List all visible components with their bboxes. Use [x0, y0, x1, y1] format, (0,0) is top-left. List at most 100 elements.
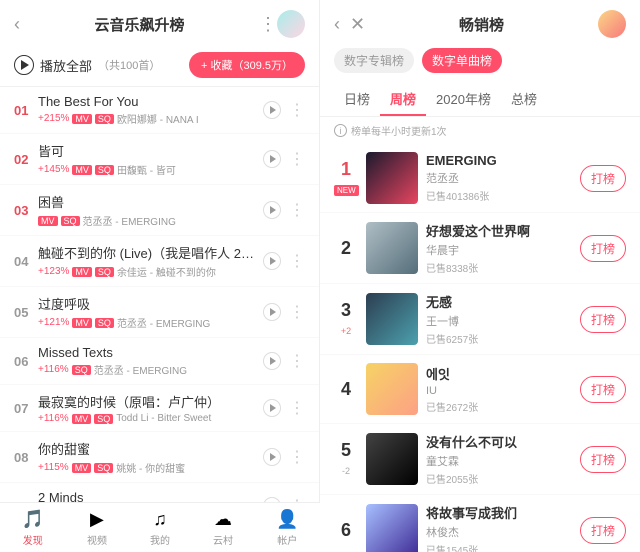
left-header: ‹ 云音乐飙升榜 ⋮ — [0, 0, 319, 44]
period-tab-2020年榜[interactable]: 2020年榜 — [426, 83, 501, 116]
more-icon[interactable]: ⋮ — [259, 14, 277, 35]
song-item: 04 触碰不到的你 (Live)（我是唱作人 2… +123%MVSQ余佳运 -… — [0, 236, 319, 287]
song-actions: ⋮ — [263, 447, 305, 467]
nav-item-云村[interactable]: ☁ 云村 — [213, 509, 233, 547]
song-info[interactable]: 你的甜蜜 +115%MVSQ姚姚 - 你的甜蜜 — [38, 439, 263, 475]
chart-action-button[interactable]: 打榜 — [580, 517, 626, 544]
left-title: 云音乐飙升榜 — [20, 14, 259, 35]
chart-info[interactable]: 好想爱这个世界啊 华晨宇 已售8338张 — [426, 221, 572, 275]
more-dots-icon[interactable]: ⋮ — [289, 351, 305, 371]
song-info[interactable]: 最寂寞的时候（原唱：卢广仲） +116%MVSQTodd Li - Bitter… — [38, 392, 263, 424]
song-info[interactable]: Missed Texts +116%SQ范丞丞 - EMERGING — [38, 345, 263, 377]
chart-info[interactable]: 에잇 IU 已售2672张 — [426, 364, 572, 414]
song-artist: 欧阳娜娜 - NANA I — [117, 111, 199, 126]
pct-badge: +215% — [38, 113, 69, 124]
period-tab-周榜[interactable]: 周榜 — [380, 83, 426, 116]
song-sub: +121%MVSQ范丞丞 - EMERGING — [38, 315, 263, 330]
play-circle-icon[interactable] — [14, 55, 34, 75]
nav-item-我的[interactable]: ♫ 我的 — [150, 509, 170, 547]
nav-label: 我的 — [150, 532, 170, 547]
song-tag: MV — [72, 165, 92, 175]
right-panel: ‹ ✕ 畅销榜 数字专辑榜数字单曲榜 日榜周榜2020年榜总榜 i 榜单每半小时… — [320, 0, 640, 552]
period-tab-日榜[interactable]: 日榜 — [334, 83, 380, 116]
chart-action-button[interactable]: 打榜 — [580, 235, 626, 262]
left-panel: ‹ 云音乐飙升榜 ⋮ 播放全部 （共100首） + 收藏（309.5万） 01 … — [0, 0, 320, 552]
chart-thumb[interactable] — [366, 222, 418, 274]
song-rank: 01 — [14, 103, 38, 118]
more-dots-icon[interactable]: ⋮ — [289, 302, 305, 322]
chart-title: 将故事写成我们 — [426, 503, 572, 522]
chart-rank-col: 4 — [334, 379, 358, 400]
right-close-icon[interactable]: ✕ — [350, 14, 365, 35]
chart-title: 에잇 — [426, 364, 572, 383]
play-small-icon[interactable] — [263, 201, 281, 219]
chart-info[interactable]: 无感 王一博 已售6257张 — [426, 292, 572, 346]
tri-icon — [270, 155, 276, 163]
chart-item: 5 -2 没有什么不可以 童艾霖 已售2055张 打榜 — [320, 424, 640, 495]
tri-icon — [270, 357, 276, 365]
period-tab-总榜[interactable]: 总榜 — [501, 83, 547, 116]
more-dots-icon[interactable]: ⋮ — [289, 149, 305, 169]
play-small-icon[interactable] — [263, 252, 281, 270]
chart-action-button[interactable]: 打榜 — [580, 376, 626, 403]
more-dots-icon[interactable]: ⋮ — [289, 447, 305, 467]
collect-button[interactable]: + 收藏（309.5万） — [189, 52, 305, 78]
song-tag: SQ — [95, 114, 114, 124]
song-tag: MV — [72, 267, 92, 277]
more-dots-icon[interactable]: ⋮ — [289, 200, 305, 220]
song-info[interactable]: 过度呼吸 +121%MVSQ范丞丞 - EMERGING — [38, 294, 263, 330]
chart-info[interactable]: 将故事写成我们 林俊杰 已售1545张 — [426, 503, 572, 552]
song-rank: 03 — [14, 203, 38, 218]
chart-sales: 已售2672张 — [426, 399, 572, 414]
song-info[interactable]: 2 Minds +101%SQ范丞丞 - EMERGING — [38, 490, 263, 502]
nav-item-发现[interactable]: 🎵 发现 — [22, 509, 44, 547]
play-small-icon[interactable] — [263, 150, 281, 168]
chart-thumb[interactable] — [366, 363, 418, 415]
tab-数字专辑榜[interactable]: 数字专辑榜 — [334, 48, 414, 73]
song-info[interactable]: 皆可 +145%MVSQ田馥甄 - 皆可 — [38, 141, 263, 177]
song-title: 最寂寞的时候（原唱：卢广仲） — [38, 392, 263, 411]
play-small-icon[interactable] — [263, 101, 281, 119]
song-info[interactable]: The Best For You +215%MVSQ欧阳娜娜 - NANA I — [38, 94, 263, 126]
right-avatar[interactable] — [598, 10, 626, 38]
song-title: 皆可 — [38, 141, 263, 160]
more-dots-icon[interactable]: ⋮ — [289, 398, 305, 418]
chart-action-button[interactable]: 打榜 — [580, 165, 626, 192]
play-small-icon[interactable] — [263, 352, 281, 370]
chart-thumb[interactable] — [366, 152, 418, 204]
nav-label: 发现 — [23, 532, 43, 547]
song-sub: +115%MVSQ姚姚 - 你的甜蜜 — [38, 460, 263, 475]
chart-artist: 华晨宇 — [426, 242, 572, 258]
chart-action-button[interactable]: 打榜 — [580, 446, 626, 473]
song-info[interactable]: 困兽 MVSQ范丞丞 - EMERGING — [38, 192, 263, 228]
more-dots-icon[interactable]: ⋮ — [289, 251, 305, 271]
chart-action-button[interactable]: 打榜 — [580, 306, 626, 333]
nav-icon: ☁ — [214, 509, 232, 530]
play-small-icon[interactable] — [263, 303, 281, 321]
song-item: 03 困兽 MVSQ范丞丞 - EMERGING ⋮ — [0, 185, 319, 236]
right-back-icon[interactable]: ‹ — [334, 14, 340, 35]
chart-thumb[interactable] — [366, 293, 418, 345]
song-sub: +116%SQ范丞丞 - EMERGING — [38, 362, 263, 377]
song-actions: ⋮ — [263, 100, 305, 120]
chart-info[interactable]: 没有什么不可以 童艾霖 已售2055张 — [426, 432, 572, 486]
more-dots-icon[interactable]: ⋮ — [289, 100, 305, 120]
chart-info[interactable]: EMERGING 范丞丞 已售401386张 — [426, 153, 572, 203]
nav-item-视频[interactable]: ▶ 视频 — [87, 509, 107, 547]
chart-list: 1 NEW EMERGING 范丞丞 已售401386张 打榜 2 好想爱这个世… — [320, 144, 640, 552]
song-tag: SQ — [94, 414, 113, 424]
nav-item-帐户[interactable]: 👤 帐户 — [276, 509, 298, 547]
song-info[interactable]: 触碰不到的你 (Live)（我是唱作人 2… +123%MVSQ余佳运 - 触碰… — [38, 243, 263, 279]
chart-thumb[interactable] — [366, 504, 418, 552]
play-all-left[interactable]: 播放全部 （共100首） — [14, 55, 160, 75]
play-small-icon[interactable] — [263, 399, 281, 417]
chart-sales: 已售6257张 — [426, 331, 572, 346]
chart-thumb[interactable] — [366, 433, 418, 485]
avatar[interactable] — [277, 10, 305, 38]
song-title: 困兽 — [38, 192, 263, 211]
tab-数字单曲榜[interactable]: 数字单曲榜 — [422, 48, 502, 73]
tri-icon — [270, 206, 276, 214]
play-small-icon[interactable] — [263, 448, 281, 466]
song-rank: 07 — [14, 401, 38, 416]
chart-sales: 已售1545张 — [426, 542, 572, 552]
